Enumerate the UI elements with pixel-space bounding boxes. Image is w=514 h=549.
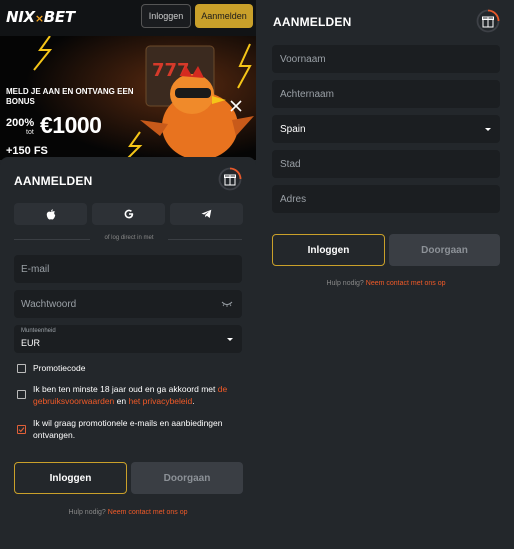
telegram-login-button[interactable]: [170, 203, 243, 225]
contact-link[interactable]: Neem contact met ons op: [108, 509, 188, 516]
country-select[interactable]: Spain: [272, 115, 500, 143]
password-field[interactable]: Wachtwoord: [14, 290, 242, 318]
form-title: AANMELDEN: [14, 174, 93, 188]
privacy-link[interactable]: het privacybeleid: [128, 396, 192, 406]
form-title: AANMELDEN: [273, 15, 352, 29]
brand-logo[interactable]: NIX×BET: [6, 8, 75, 26]
terms-checkbox[interactable]: [17, 390, 26, 399]
country-value: Spain: [280, 123, 306, 135]
chevron-down-icon: [485, 128, 491, 131]
check-icon: [18, 427, 25, 433]
login-button[interactable]: Inloggen: [14, 462, 127, 494]
gift-icon[interactable]: [218, 167, 242, 191]
divider-text: of log direct in met: [90, 235, 168, 241]
promo-amount: €1000: [40, 112, 102, 138]
promo-banner: 777 MELD JE AAN EN ONTVANG EEN BONUS 200…: [0, 36, 256, 160]
google-icon: [124, 209, 133, 219]
chevron-down-icon: [227, 338, 233, 341]
promo-tot: tot: [26, 129, 34, 136]
contact-link[interactable]: Neem contact met ons op: [366, 280, 446, 287]
marketing-checkbox[interactable]: [17, 425, 26, 434]
left-panel: NIX×BET Inloggen Aanmelden 777 MELD JE A…: [0, 0, 256, 549]
promo-percent: 200%: [6, 117, 35, 129]
telegram-icon: [201, 209, 212, 218]
gift-icon[interactable]: [476, 9, 500, 33]
top-bar: NIX×BET Inloggen Aanmelden: [0, 0, 256, 36]
login-button[interactable]: Inloggen: [272, 234, 385, 266]
currency-label: Munteenheid: [21, 328, 56, 334]
promo-headline: MELD JE AAN EN ONTVANG EEN BONUS: [6, 87, 134, 106]
continue-button[interactable]: Doorgaan: [389, 234, 500, 266]
help-line: Hulp nodig? Neem contact met ons op: [68, 509, 188, 516]
city-field[interactable]: Stad: [272, 150, 500, 178]
password-placeholder: Wachtwoord: [21, 298, 77, 310]
promo-free-spins: +150 FS: [6, 145, 48, 157]
apple-login-button[interactable]: [14, 203, 87, 225]
currency-select[interactable]: Munteenheid EUR: [14, 325, 242, 353]
eye-closed-icon[interactable]: [221, 301, 233, 307]
currency-value: EUR: [21, 338, 41, 348]
close-icon[interactable]: [228, 98, 244, 114]
last-name-field[interactable]: Achternaam: [272, 80, 500, 108]
header-login-button[interactable]: Inloggen: [141, 4, 191, 28]
apple-icon: [46, 208, 55, 219]
promo-code-checkbox[interactable]: [17, 364, 26, 373]
continue-button[interactable]: Doorgaan: [131, 462, 243, 494]
first-name-field[interactable]: Voornaam: [272, 45, 500, 73]
email-field[interactable]: E-mail: [14, 255, 242, 283]
address-field[interactable]: Adres: [272, 185, 500, 213]
terms-label: Ik ben ten minste 18 jaar oud en ga akko…: [33, 384, 228, 406]
register-form-left: AANMELDEN of log direct in met E-mail Wa…: [0, 157, 256, 549]
promo-code-label: Promotiecode: [33, 363, 86, 373]
help-line: Hulp nodig? Neem contact met ons op: [326, 280, 446, 287]
header-register-button[interactable]: Aanmelden: [195, 4, 253, 28]
google-login-button[interactable]: [92, 203, 165, 225]
right-panel: AANMELDEN Voornaam Achternaam Spain Stad…: [262, 0, 514, 549]
marketing-label: Ik wil graag promotionele e-mails en aan…: [33, 418, 223, 440]
